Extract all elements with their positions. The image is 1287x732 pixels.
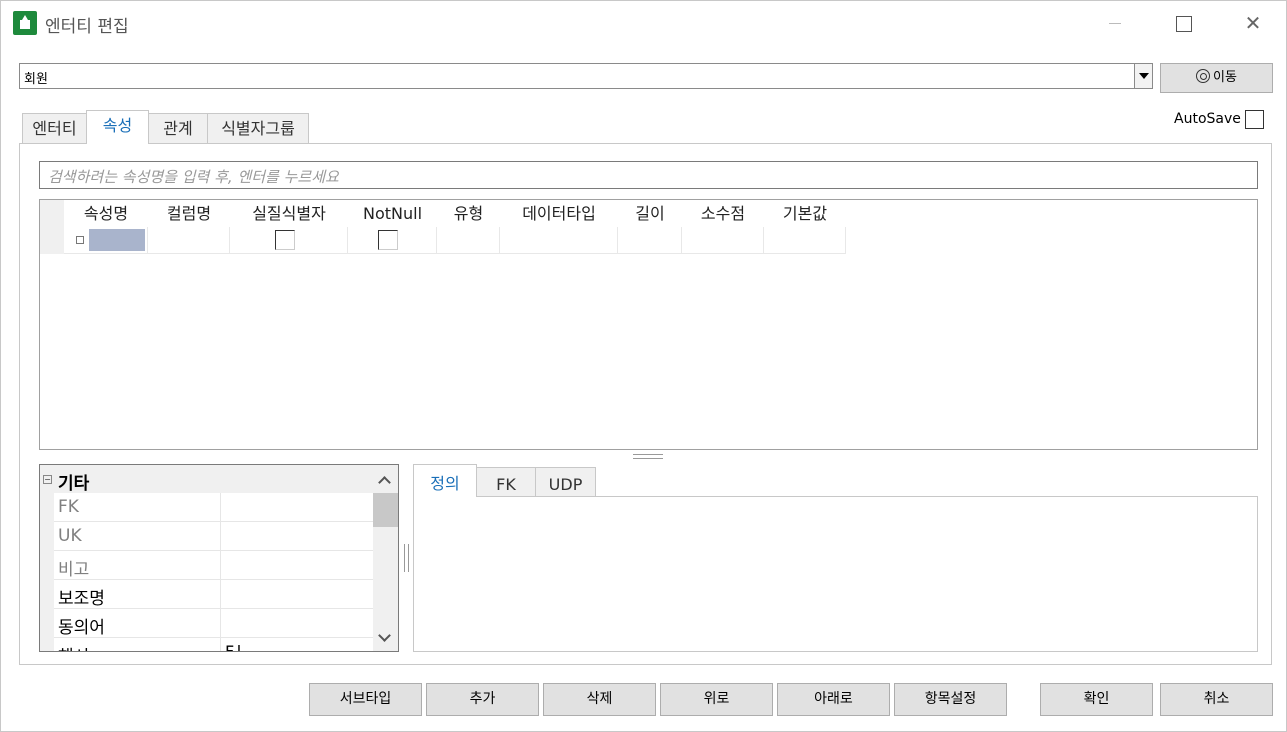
chevron-up-icon[interactable]: [378, 476, 391, 489]
ok-button[interactable]: 확인: [1040, 683, 1153, 716]
property-name: FK: [54, 493, 221, 522]
property-grid: − 기타 FK UK 비고 보조명 동의어 F.l: [39, 464, 399, 652]
property-row[interactable]: 보조명: [40, 580, 373, 609]
property-value[interactable]: [221, 522, 373, 551]
cell-type[interactable]: [437, 227, 500, 254]
property-row[interactable]: 비고: [40, 551, 373, 580]
tab-entity[interactable]: 엔터티: [22, 113, 87, 143]
entity-dropdown[interactable]: 회원: [19, 63, 1153, 89]
move-down-button[interactable]: 아래로: [777, 683, 890, 716]
property-value[interactable]: [221, 551, 373, 580]
cell-real-identifier[interactable]: [230, 227, 348, 254]
notnull-checkbox[interactable]: [378, 230, 398, 250]
property-category[interactable]: − 기타: [40, 465, 373, 494]
subtype-button[interactable]: 서브타입: [309, 683, 422, 716]
property-row[interactable]: FK: [40, 493, 373, 522]
entity-edit-dialog: 엔터티 편집 ✕ 회원 이동 엔터티 속성 관계 식별자그룹 AutoSave …: [0, 0, 1287, 732]
property-name: 해시: [54, 638, 221, 651]
entity-dropdown-value: 회원: [24, 72, 48, 87]
property-grid-scrollbar[interactable]: [373, 465, 398, 651]
title-bar: 엔터티 편집 ✕: [1, 1, 1287, 45]
property-name: 비고: [54, 551, 221, 580]
property-category-label: 기타: [58, 474, 90, 494]
real-identifier-checkbox[interactable]: [275, 230, 295, 250]
target-icon: [1196, 69, 1211, 83]
delete-button[interactable]: 삭제: [543, 683, 656, 716]
autosave-checkbox[interactable]: [1245, 110, 1264, 129]
attribute-search-input[interactable]: 검색하려는 속성명을 입력 후, 엔터를 누르세요: [39, 161, 1258, 189]
property-value[interactable]: F.l: [221, 638, 373, 651]
close-button[interactable]: ✕: [1233, 9, 1273, 37]
tab-attributes[interactable]: 속성: [86, 110, 149, 144]
property-name: 동의어: [54, 609, 221, 638]
minimize-button[interactable]: [1095, 9, 1135, 37]
property-row[interactable]: 동의어: [40, 609, 373, 638]
cell-attribute-name[interactable]: [64, 227, 148, 254]
item-settings-button[interactable]: 항목설정: [894, 683, 1007, 716]
cell-column-name[interactable]: [148, 227, 230, 254]
close-icon: ✕: [1244, 11, 1262, 35]
property-row[interactable]: UK: [40, 522, 373, 551]
property-value[interactable]: [221, 493, 373, 522]
tab-udp[interactable]: UDP: [535, 467, 596, 497]
cancel-button[interactable]: 취소: [1160, 683, 1273, 716]
chevron-down-icon[interactable]: [378, 629, 391, 642]
tab-identifier-group[interactable]: 식별자그룹: [207, 113, 309, 143]
cell-decimal[interactable]: [682, 227, 764, 254]
maximize-button[interactable]: [1163, 9, 1203, 37]
collapse-icon[interactable]: −: [43, 475, 52, 484]
cell-length[interactable]: [618, 227, 682, 254]
attribute-grid: 속성명 컬럼명 실질식별자 NotNull 유형 데이터타입 길이 소수점 기본…: [39, 199, 1258, 450]
move-button-label: 이동: [1213, 70, 1237, 85]
property-value[interactable]: [221, 609, 373, 638]
autosave-label: AutoSave: [1174, 111, 1241, 127]
tab-relations[interactable]: 관계: [148, 113, 208, 143]
tab-definition[interactable]: 정의: [413, 464, 477, 497]
definition-textarea[interactable]: [413, 496, 1258, 652]
chevron-down-icon[interactable]: [1134, 64, 1152, 88]
move-button[interactable]: 이동: [1160, 63, 1273, 93]
property-name: UK: [54, 522, 221, 551]
property-name: 보조명: [54, 580, 221, 609]
window-title: 엔터티 편집: [45, 17, 129, 37]
property-row[interactable]: 해시 F.l: [40, 638, 373, 651]
move-up-button[interactable]: 위로: [660, 683, 773, 716]
cell-default[interactable]: [764, 227, 846, 254]
scrollbar-thumb[interactable]: [373, 493, 398, 527]
vertical-splitter-handle[interactable]: [404, 544, 409, 572]
selected-cell[interactable]: [89, 229, 145, 251]
horizontal-splitter-handle[interactable]: [633, 454, 663, 459]
cell-data-type[interactable]: [500, 227, 618, 254]
property-value[interactable]: [221, 580, 373, 609]
add-button[interactable]: 추가: [426, 683, 539, 716]
tab-fk[interactable]: FK: [476, 467, 536, 497]
app-icon: [13, 11, 37, 35]
cell-notnull[interactable]: [348, 227, 437, 254]
